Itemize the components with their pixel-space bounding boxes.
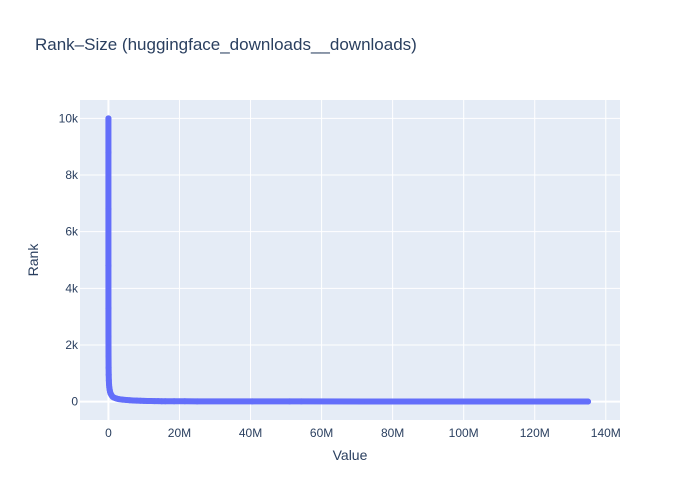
rank-size-chart: Rank–Size (huggingface_downloads__downlo… (0, 0, 700, 500)
y-tick-label: 8k (65, 168, 79, 182)
data-point (105, 305, 112, 312)
y-tick-label: 4k (65, 281, 79, 295)
data-point (105, 364, 112, 371)
x-tick-label: 140M (591, 426, 621, 440)
plot-area (80, 100, 620, 420)
y-tick-label: 6k (65, 225, 79, 239)
data-point (105, 206, 112, 213)
data-point (249, 398, 256, 405)
y-tick-label: 0 (71, 395, 78, 409)
x-tick-label: 60M (310, 426, 333, 440)
y-axis-ticks: 0 2k 4k 6k 8k 10k (59, 111, 79, 408)
data-point (105, 371, 112, 378)
x-axis-ticks: 0 20M 40M 60M 80M 100M 120M 140M (105, 426, 621, 440)
data-point (364, 398, 371, 405)
data-point (194, 398, 201, 405)
y-tick-label: 2k (65, 338, 79, 352)
data-point (418, 398, 425, 405)
x-tick-label: 120M (520, 426, 550, 440)
chart-title: Rank–Size (huggingface_downloads__downlo… (35, 35, 417, 54)
data-point (585, 398, 592, 405)
x-tick-label: 20M (168, 426, 191, 440)
data-point (105, 353, 112, 360)
data-point (105, 333, 112, 340)
y-axis-title: Rank (25, 243, 41, 277)
x-tick-label: 40M (239, 426, 262, 440)
data-point (105, 149, 112, 156)
data-point (105, 115, 112, 122)
x-tick-label: 0 (105, 426, 112, 440)
x-tick-label: 80M (381, 426, 404, 440)
data-point (105, 377, 112, 384)
data-point (171, 398, 178, 405)
data-point (105, 262, 112, 269)
x-tick-label: 100M (449, 426, 479, 440)
data-point (298, 398, 305, 405)
data-point (181, 398, 188, 405)
data-point (405, 398, 412, 405)
chart-canvas: Rank–Size (huggingface_downloads__downlo… (25, 35, 621, 463)
x-axis-title: Value (333, 447, 368, 463)
y-tick-label: 10k (59, 111, 79, 125)
data-point (286, 398, 293, 405)
